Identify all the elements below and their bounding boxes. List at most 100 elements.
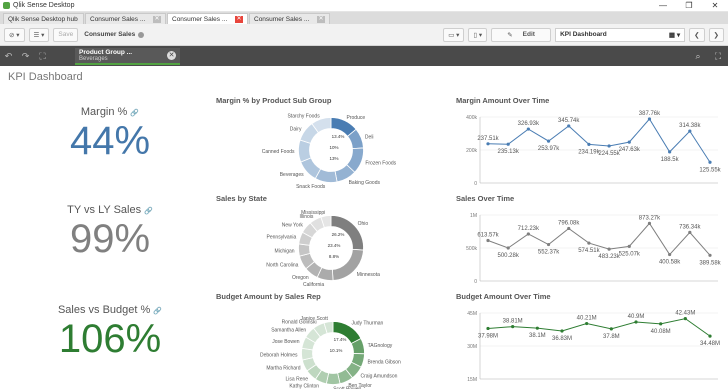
data-label: 38.81M <box>503 319 523 325</box>
tab-consumer-sales-2[interactable]: Consumer Sales ... ✕ <box>167 13 248 24</box>
presentation-icon: ▭ ▾ <box>448 31 460 39</box>
search-icon[interactable]: ⌕ <box>688 51 708 62</box>
selection-value: Beverages <box>79 55 108 62</box>
margin-by-subgroup-chart[interactable]: Margin % by Product Sub Group Produce Del… <box>216 96 446 191</box>
line-svg: 400k 200k 0 237.51k 235.13k 326.93k 253.97k 345… <box>466 111 722 187</box>
data-label: 10% <box>329 145 338 150</box>
y-tick-label: 1M <box>470 213 477 219</box>
data-label: 400.58k <box>659 260 681 266</box>
data-label: 8.8% <box>329 254 339 259</box>
data-point <box>526 232 530 236</box>
save-button[interactable]: Save <box>53 27 79 42</box>
sheets-grid-icon: ▦ ▾ <box>668 31 681 39</box>
slice-label: Starchy Foods <box>287 113 320 119</box>
list-menu-icon: ☰ ▾ <box>33 31 45 39</box>
pencil-icon: ✎ <box>507 31 513 39</box>
data-point <box>486 142 490 146</box>
tab-consumer-sales-1[interactable]: Consumer Sales ... ✕ <box>85 13 166 24</box>
chevron-right-icon: ❯ <box>713 31 719 39</box>
global-menu-button[interactable]: ☰ ▾ <box>28 27 50 42</box>
data-label: 40.21M <box>577 316 597 322</box>
y-tick-label: 500k <box>466 246 477 252</box>
data-point <box>688 129 692 133</box>
data-label: 13% <box>329 156 338 161</box>
window-controls: — ❐ ✕ <box>650 1 728 10</box>
step-back-icon[interactable]: ↶ <box>0 51 17 62</box>
data-label: 796.08k <box>558 220 580 226</box>
slice-label: Mississippi <box>301 210 325 216</box>
maximize-button[interactable]: ❐ <box>676 1 702 10</box>
slice-label: Canned Foods <box>262 149 295 155</box>
margin-over-time-chart[interactable]: Margin Amount Over Time 400k 200k 0 237.51k… <box>456 96 726 191</box>
data-point <box>659 322 663 326</box>
data-label: 500.28k <box>498 253 520 259</box>
data-label: 13.4% <box>332 134 345 139</box>
budget-over-time-chart[interactable]: Budget Amount Over Time 45M 30M 15M 37.98M 3… <box>456 292 726 383</box>
close-tab-icon[interactable]: ✕ <box>235 15 243 23</box>
chart-title: Margin % by Product Sub Group <box>216 96 332 105</box>
kpi-ty-vs-ly[interactable]: TY vs LY Sales 🔗 99% <box>20 204 200 262</box>
storytelling-button[interactable]: ▭ ▾ <box>443 27 465 42</box>
kpi-label-text: Margin % <box>80 106 128 118</box>
next-sheet-button[interactable]: ❯ <box>708 27 724 42</box>
data-point <box>647 117 652 121</box>
data-label: 42.43M <box>675 311 695 317</box>
data-point <box>546 242 551 247</box>
slice-label: Produce <box>347 115 366 121</box>
slice-label: Deli <box>365 135 374 141</box>
navigation-menu-button[interactable]: ⊘ ▾ <box>4 27 25 42</box>
data-point <box>585 321 589 326</box>
selection-chip[interactable]: Product Group ... Beverages ✕ <box>75 47 180 65</box>
close-window-button[interactable]: ✕ <box>702 1 728 10</box>
tab-consumer-sales-3[interactable]: Consumer Sales ... ✕ <box>249 13 330 24</box>
data-label: 40.08M <box>651 329 671 335</box>
kpi-sales-vs-budget[interactable]: Sales vs Budget % 🔗 106% <box>20 304 200 362</box>
previous-sheet-button[interactable]: ❮ <box>689 27 705 42</box>
data-label: 224.55k <box>598 151 620 157</box>
edit-button[interactable]: ✎ Edit <box>491 27 552 42</box>
tab-hub[interactable]: Qlik Sense Desktop hub <box>3 13 84 24</box>
sheet-title: KPI Dashboard <box>8 71 83 83</box>
data-label: 234.19k <box>578 149 600 155</box>
data-label: 483.23k <box>598 254 620 260</box>
slice-label: Judy Thurman <box>351 321 383 327</box>
slice-label: Kathy Clinton <box>289 384 319 389</box>
close-tab-icon[interactable]: ✕ <box>317 15 325 23</box>
data-point <box>627 140 631 144</box>
slice-label: New York <box>282 223 304 229</box>
selections-bar: ↶ ↷ ⛶ Product Group ... Beverages ✕ ⌕ ⛶ <box>0 46 728 66</box>
clear-all-icon[interactable]: ⛶ <box>34 51 51 62</box>
smart-search-icon[interactable]: ⛶ <box>708 51 728 62</box>
minimize-button[interactable]: — <box>650 1 676 10</box>
data-point <box>647 221 652 225</box>
sheet-selector[interactable]: KPI Dashboard ▦ ▾ <box>555 27 686 42</box>
data-point <box>708 160 712 164</box>
data-label: 387.76k <box>639 111 661 117</box>
clear-selection-icon[interactable]: ✕ <box>167 50 176 60</box>
data-point <box>506 246 510 250</box>
y-tick-label: 0 <box>474 181 477 187</box>
step-forward-icon[interactable]: ↷ <box>17 51 34 62</box>
donut-svg: Produce Deli Frozen Foods Baking Goods Snack… <box>262 113 397 190</box>
bookmarks-button[interactable]: ▯ ▾ <box>468 27 488 42</box>
data-label: 574.51k <box>578 248 600 254</box>
y-tick-label: 15M <box>467 377 477 383</box>
data-point <box>535 326 539 330</box>
data-point <box>587 241 591 245</box>
kpi-value: 106% <box>58 317 162 361</box>
sales-by-state-chart[interactable]: Sales by State Ohio Minnesota California Or… <box>216 194 446 289</box>
budget-by-sales-rep-chart[interactable]: Budget Amount by Sales Rep Judy Thurman T… <box>216 292 446 390</box>
kpi-value: 99% <box>69 217 151 261</box>
donut-svg: Judy Thurman TAGnology Brenda Gibson Craig … <box>260 316 401 390</box>
link-icon: 🔗 <box>130 110 140 117</box>
slice-label: Oregon <box>292 275 309 281</box>
kpi-margin[interactable]: Margin % 🔗 44% <box>20 106 200 164</box>
tab-label: Consumer Sales ... <box>254 15 310 23</box>
data-label: 10.1% <box>330 348 343 353</box>
close-tab-icon[interactable]: ✕ <box>153 15 161 23</box>
data-label: 125.55k <box>699 167 721 173</box>
sales-over-time-chart[interactable]: Sales Over Time 1M 500k 0 613.57k 500.28k 712… <box>456 194 726 289</box>
data-point <box>627 244 631 248</box>
line-svg: 1M 500k 0 613.57k 500.28k 712.23k 552.37k 796.0… <box>466 213 722 285</box>
qlik-app-icon <box>3 2 10 9</box>
